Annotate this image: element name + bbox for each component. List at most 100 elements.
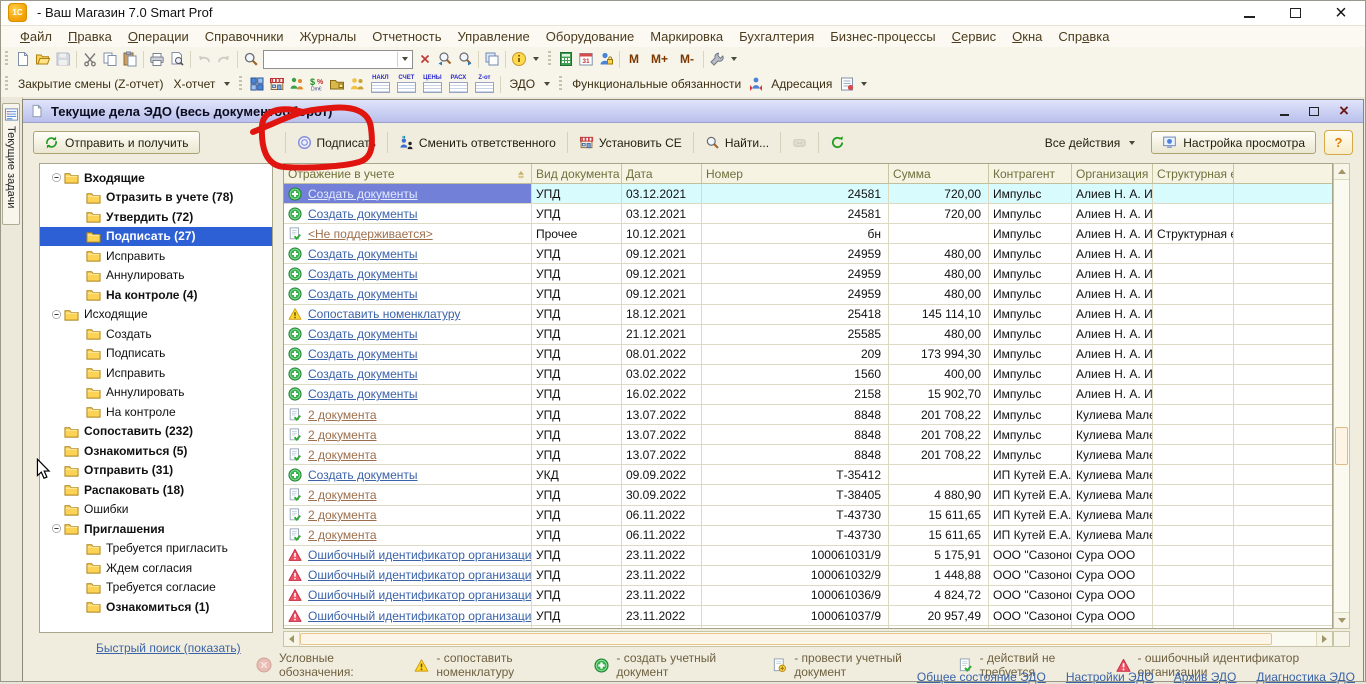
row-action-link[interactable]: 2 документа — [308, 488, 377, 502]
tools-button[interactable] — [707, 49, 727, 69]
menu-item-7[interactable]: Управление — [450, 27, 538, 46]
paste-button[interactable] — [120, 49, 140, 69]
menu-item-9[interactable]: Маркировка — [642, 27, 731, 46]
table-row-7[interactable]: Сопоставить номенклатуруУПД18.12.2021254… — [284, 305, 1332, 325]
x-report-button[interactable]: Х-отчет — [168, 75, 220, 93]
table-row-5[interactable]: Создать документыУПД09.12.202124959480,0… — [284, 264, 1332, 284]
cut-button[interactable] — [80, 49, 100, 69]
column-header-7[interactable]: Организация — [1072, 164, 1153, 183]
calculator-button[interactable] — [556, 49, 576, 69]
column-header-3[interactable]: Дата — [622, 164, 702, 183]
chevron-down-icon[interactable] — [861, 82, 867, 86]
table-row-2[interactable]: Создать документыУПД03.12.202124581720,0… — [284, 204, 1332, 224]
find-next-button[interactable] — [455, 49, 475, 69]
menu-item-8[interactable]: Оборудование — [538, 27, 642, 46]
row-action-link[interactable]: Создать документы — [308, 207, 418, 221]
menu-item-13[interactable]: Окна — [1004, 27, 1050, 46]
toolbar-grip[interactable] — [5, 51, 8, 67]
column-header-2[interactable]: Вид документа — [532, 164, 622, 183]
memory-button-3[interactable]: М- — [674, 50, 700, 68]
tree-item-20[interactable]: Требуется пригласить — [40, 539, 272, 559]
scroll-right-button[interactable] — [1316, 632, 1332, 646]
close-button[interactable]: × — [1330, 4, 1352, 22]
search-input[interactable] — [264, 52, 397, 67]
blocks-button[interactable] — [247, 74, 267, 94]
edo-minimize-button[interactable] — [1276, 104, 1292, 118]
menu-item-10[interactable]: Бухгалтерия — [731, 27, 822, 46]
tree-item-13[interactable]: На контроле — [40, 402, 272, 422]
table-row-8[interactable]: Создать документыУПД21.12.202125585480,0… — [284, 325, 1332, 345]
column-header-5[interactable]: Сумма — [889, 164, 989, 183]
tree-item-5[interactable]: Исправить — [40, 246, 272, 266]
row-action-link[interactable]: 2 документа — [308, 408, 377, 422]
tree-item-4[interactable]: Подписать (27) — [40, 227, 272, 247]
currency-button[interactable] — [307, 74, 327, 94]
row-action-link[interactable]: Ошибочный идентификатор организации — [308, 548, 532, 562]
menu-item-14[interactable]: Справка — [1050, 27, 1117, 46]
memory-button-2[interactable]: М+ — [645, 50, 674, 68]
change-responsible-button[interactable]: Сменить ответственного — [393, 132, 562, 153]
windows-list-button[interactable] — [482, 49, 502, 69]
column-header-8[interactable]: Структурная ед... — [1153, 164, 1234, 183]
functional-duties-button[interactable]: Функциональные обязанности — [567, 75, 746, 93]
tree-item-1[interactable]: Входящие — [40, 168, 272, 188]
toolbar-grip[interactable] — [239, 76, 242, 92]
toolbar-grip[interactable] — [5, 76, 8, 92]
table-row-12[interactable]: 2 документаУПД13.07.20228848201 708,22Им… — [284, 405, 1332, 425]
archive-folder-button[interactable] — [327, 74, 347, 94]
scroll-up-button[interactable] — [1334, 164, 1349, 180]
toolbar-grip[interactable] — [548, 51, 551, 67]
table-row-4[interactable]: Создать документыУПД09.12.202124959480,0… — [284, 244, 1332, 264]
tree-item-14[interactable]: Сопоставить (232) — [40, 422, 272, 442]
tree-item-21[interactable]: Ждем согласия — [40, 558, 272, 578]
side-tab-current-tasks[interactable]: Текущие задачи — [2, 103, 20, 225]
user-permissions-button[interactable] — [596, 49, 616, 69]
tree-item-3[interactable]: Утвердить (72) — [40, 207, 272, 227]
row-action-link[interactable]: 2 документа — [308, 528, 377, 542]
table-row-21[interactable]: Ошибочный идентификатор организацииУПД23… — [284, 586, 1332, 606]
edo-menu-button[interactable]: ЭДО — [504, 75, 540, 93]
menu-item-4[interactable]: Справочники — [197, 27, 292, 46]
chevron-down-icon[interactable] — [224, 82, 230, 86]
table-row-13[interactable]: 2 документаУПД13.07.20228848201 708,22Им… — [284, 425, 1332, 445]
restore-button[interactable] — [1284, 4, 1306, 22]
row-action-link[interactable]: Ошибочный идентификатор организации — [308, 568, 532, 582]
tree-item-22[interactable]: Требуется согласие — [40, 578, 272, 598]
send-receive-button[interactable]: Отправить и получить — [33, 131, 200, 154]
chevron-down-icon[interactable] — [533, 57, 539, 61]
info-button[interactable] — [509, 49, 529, 69]
close-shift-button[interactable]: Закрытие смены (Z-отчет) — [13, 75, 168, 93]
table-row-1[interactable]: Создать документыУПД03.12.202124581720,0… — [284, 184, 1332, 204]
row-action-link[interactable]: Создать документы — [308, 327, 418, 341]
menu-item-6[interactable]: Отчетность — [364, 27, 449, 46]
row-action-link[interactable]: 2 документа — [308, 448, 377, 462]
tree-item-15[interactable]: Ознакомиться (5) — [40, 441, 272, 461]
sign-button[interactable]: Подписать — [291, 132, 382, 153]
column-header-9[interactable] — [1234, 164, 1333, 183]
tree-item-10[interactable]: Подписать — [40, 344, 272, 364]
refresh-list-button[interactable] — [824, 132, 851, 153]
tree-item-23[interactable]: Ознакомиться (1) — [40, 597, 272, 617]
find-previous-button[interactable] — [435, 49, 455, 69]
store-button[interactable] — [267, 74, 287, 94]
row-action-link[interactable]: Создать документы — [308, 347, 418, 361]
row-action-link[interactable]: Создать документы — [308, 387, 418, 401]
minimize-button[interactable] — [1238, 4, 1260, 22]
horizontal-scrollbar[interactable] — [283, 631, 1333, 647]
chevron-down-icon[interactable] — [731, 57, 737, 61]
new-document-button[interactable] — [13, 49, 33, 69]
row-action-link[interactable]: Создать документы — [308, 187, 418, 201]
undo-button[interactable] — [194, 49, 214, 69]
mini-card-1[interactable]: НАКЛ — [368, 75, 392, 93]
row-action-link[interactable]: Ошибочный идентификатор организации — [308, 588, 532, 602]
menu-item-3[interactable]: Операции — [120, 27, 197, 46]
tree-item-6[interactable]: Аннулировать — [40, 266, 272, 286]
mini-card-4[interactable]: РАСХ — [446, 75, 470, 93]
tree-item-7[interactable]: На контроле (4) — [40, 285, 272, 305]
scroll-down-button[interactable] — [1334, 612, 1349, 628]
all-actions-button[interactable]: Все действия — [1039, 133, 1145, 153]
clear-filter-button[interactable] — [786, 132, 813, 153]
addressing-icon-button[interactable] — [837, 74, 857, 94]
row-action-link[interactable]: 2 документа — [308, 428, 377, 442]
menu-item-12[interactable]: Сервис — [944, 27, 1005, 46]
